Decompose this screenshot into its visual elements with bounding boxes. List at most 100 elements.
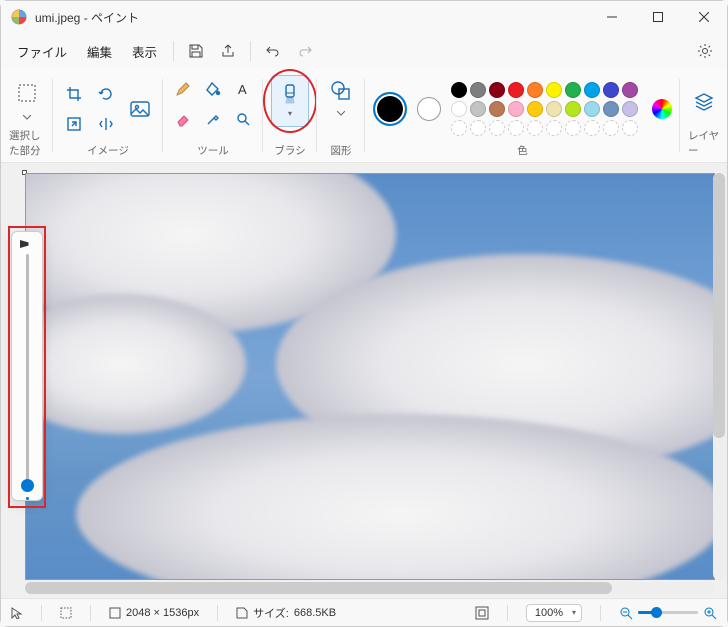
chevron-down-icon[interactable] — [337, 111, 345, 116]
color-palette — [451, 82, 638, 136]
selection-icon — [60, 607, 72, 619]
color-swatch-empty[interactable] — [508, 120, 524, 136]
color-swatch[interactable] — [470, 82, 486, 98]
size-prefix: サイズ: — [253, 605, 289, 621]
cursor-icon — [11, 607, 23, 619]
color-swatch-empty[interactable] — [603, 120, 619, 136]
save-icon — [236, 607, 248, 619]
chevron-down-icon[interactable] — [23, 115, 31, 120]
color-swatch[interactable] — [508, 82, 524, 98]
color-swatch[interactable] — [527, 82, 543, 98]
zoom-in-icon[interactable] — [703, 606, 717, 620]
canvas[interactable] — [25, 173, 715, 580]
color-swatch[interactable] — [451, 101, 467, 117]
selection-size — [60, 607, 72, 619]
cursor-position — [11, 607, 23, 619]
settings-button[interactable] — [691, 37, 719, 65]
primary-color[interactable] — [373, 92, 407, 126]
maximize-button[interactable] — [635, 1, 681, 33]
group-image-label: イメージ — [87, 143, 129, 158]
zoom-slider[interactable] — [619, 606, 717, 620]
color-swatch[interactable] — [546, 82, 562, 98]
layers-button[interactable] — [688, 86, 720, 118]
minimize-button[interactable] — [589, 1, 635, 33]
group-layers-label: レイヤー — [688, 128, 720, 158]
fit-to-window-button[interactable] — [475, 606, 489, 620]
flip-tool[interactable] — [92, 110, 120, 138]
color-swatch-empty[interactable] — [565, 120, 581, 136]
eyedropper-tool[interactable] — [199, 105, 227, 133]
zoom-out-icon[interactable] — [619, 606, 633, 620]
share-button[interactable] — [214, 37, 242, 65]
color-swatch[interactable] — [565, 82, 581, 98]
color-swatch-empty[interactable] — [584, 120, 600, 136]
shapes-button[interactable] — [325, 75, 357, 107]
vertical-scrollbar[interactable] — [713, 173, 725, 580]
edit-colors-button[interactable] — [652, 99, 672, 119]
color-swatch-empty[interactable] — [622, 120, 638, 136]
undo-button[interactable] — [259, 37, 287, 65]
eraser-tool[interactable] — [169, 105, 197, 133]
color-swatch-empty[interactable] — [451, 120, 467, 136]
group-colors-label: 色 — [517, 143, 528, 158]
color-swatch[interactable] — [622, 101, 638, 117]
color-swatch-empty[interactable] — [546, 120, 562, 136]
secondary-color[interactable] — [417, 97, 441, 121]
group-shapes-label: 図形 — [331, 143, 352, 158]
window-title: umi.jpeg - ペイント — [35, 9, 589, 26]
resize-tool[interactable] — [60, 110, 88, 138]
color-swatch[interactable] — [489, 82, 505, 98]
brush-stroke-icon — [20, 240, 34, 248]
title-app: ペイント — [91, 11, 139, 25]
selection-tool[interactable] — [9, 75, 45, 111]
color-swatch[interactable] — [508, 101, 524, 117]
horizontal-scrollbar[interactable] — [25, 582, 715, 594]
color-swatch[interactable] — [546, 101, 562, 117]
slider-thumb[interactable] — [21, 479, 34, 492]
svg-text:A: A — [238, 82, 247, 97]
color-swatch[interactable] — [584, 101, 600, 117]
close-button[interactable] — [681, 1, 727, 33]
color-swatch[interactable] — [527, 101, 543, 117]
dimensions-value: 2048 × 1536px — [126, 607, 199, 619]
redo-button[interactable] — [291, 37, 319, 65]
color-swatch-empty[interactable] — [527, 120, 543, 136]
color-swatch[interactable] — [489, 101, 505, 117]
color-swatch[interactable] — [603, 101, 619, 117]
color-swatch[interactable] — [565, 101, 581, 117]
group-brushes-label: ブラシ — [274, 143, 305, 158]
color-swatch-empty[interactable] — [470, 120, 486, 136]
color-swatch[interactable] — [451, 82, 467, 98]
zoom-value: 100% — [535, 607, 563, 619]
color-swatch[interactable] — [622, 82, 638, 98]
dimensions-icon — [109, 607, 121, 619]
pencil-tool[interactable] — [169, 75, 197, 103]
color-swatch-empty[interactable] — [489, 120, 505, 136]
file-size: サイズ: 668.5KB — [236, 605, 336, 621]
fill-tool[interactable] — [199, 75, 227, 103]
text-tool[interactable]: A — [229, 75, 257, 103]
brushes-button[interactable]: ▾ — [271, 75, 309, 127]
brush-icon — [280, 84, 300, 106]
brush-size-slider[interactable] — [11, 231, 43, 501]
crop-tool[interactable] — [60, 80, 88, 108]
color-swatch[interactable] — [470, 101, 486, 117]
image-picker[interactable] — [124, 93, 156, 125]
group-selection-label: 選択した部分 — [9, 128, 45, 158]
save-button[interactable] — [182, 37, 210, 65]
canvas-area — [1, 163, 727, 598]
canvas-dimensions: 2048 × 1536px — [109, 607, 199, 619]
menu-file[interactable]: ファイル — [9, 38, 75, 65]
menu-view[interactable]: 表示 — [124, 38, 165, 65]
group-tools-label: ツール — [197, 143, 229, 158]
rotate-tool[interactable] — [92, 80, 120, 108]
ribbon: 選択した部分 イメージ A ツール — [1, 69, 727, 163]
menu-edit[interactable]: 編集 — [79, 38, 120, 65]
slider-track[interactable] — [26, 254, 29, 492]
magnifier-tool[interactable] — [229, 105, 257, 133]
title-filename: umi.jpeg — [35, 11, 80, 25]
color-swatch[interactable] — [584, 82, 600, 98]
color-swatch[interactable] — [603, 82, 619, 98]
zoom-select[interactable]: 100% ▾ — [526, 604, 582, 622]
titlebar: umi.jpeg - ペイント — [1, 1, 727, 33]
